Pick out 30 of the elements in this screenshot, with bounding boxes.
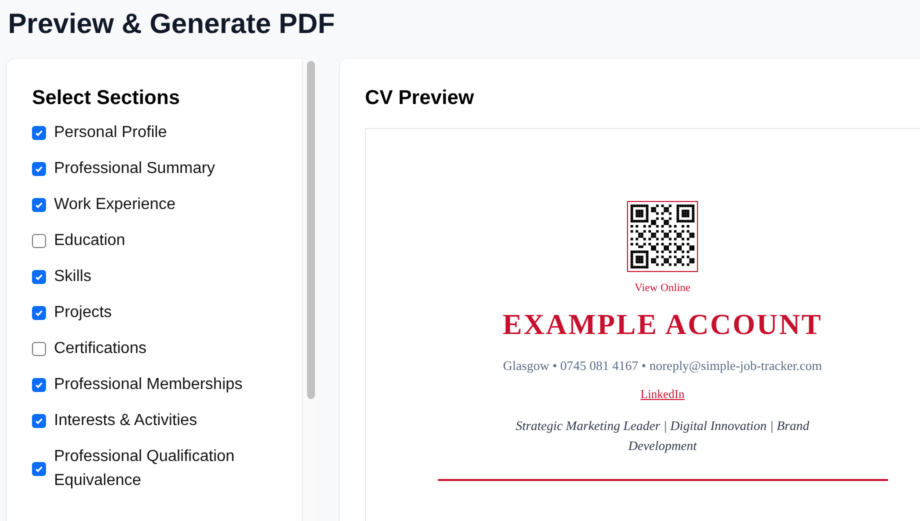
section-checkbox[interactable]: Work Experience bbox=[32, 193, 272, 217]
checked-checkbox-icon bbox=[32, 198, 46, 212]
view-online-link[interactable]: View Online bbox=[634, 281, 690, 295]
checked-checkbox-icon bbox=[32, 270, 46, 284]
section-checkbox[interactable]: Projects bbox=[32, 301, 272, 325]
checked-checkbox-icon bbox=[32, 462, 46, 476]
section-checkbox[interactable]: Education bbox=[32, 229, 272, 253]
page-title: Preview & Generate PDF bbox=[7, 7, 336, 41]
contact-details: Glasgow • 0745 081 4167 • noreply@simple-job-tracker.com bbox=[503, 357, 822, 375]
checkbox-icon bbox=[32, 342, 46, 356]
checked-checkbox-icon bbox=[32, 126, 46, 140]
section-checkbox[interactable]: Certifications bbox=[32, 337, 272, 361]
checkbox-icon bbox=[32, 234, 46, 248]
section-checkbox[interactable]: Professional Memberships bbox=[32, 373, 272, 397]
panel-title: CV Preview bbox=[365, 86, 474, 111]
panel-title: Select Sections bbox=[32, 86, 180, 111]
section-checkbox[interactable]: Interests & Activities bbox=[32, 409, 272, 433]
section-checkbox[interactable]: Personal Profile bbox=[32, 121, 272, 145]
section-checkbox[interactable]: Professional Summary bbox=[32, 157, 272, 181]
checked-checkbox-icon bbox=[32, 378, 46, 392]
section-checkbox[interactable]: Skills bbox=[32, 265, 272, 289]
cv-tagline: Strategic Marketing Leader | Digital Innovation | Brand Development bbox=[514, 417, 810, 455]
scrollbar-thumb[interactable] bbox=[306, 61, 314, 399]
qr-code-icon bbox=[627, 201, 698, 272]
section-checkbox[interactable]: Professional Qualification Equivalence bbox=[32, 445, 272, 493]
linkedin-link[interactable]: LinkedIn bbox=[640, 386, 684, 402]
checked-checkbox-icon bbox=[32, 414, 46, 428]
checked-checkbox-icon bbox=[32, 306, 46, 320]
cv-name: EXAMPLE ACCOUNT bbox=[502, 308, 822, 343]
checked-checkbox-icon bbox=[32, 162, 46, 176]
